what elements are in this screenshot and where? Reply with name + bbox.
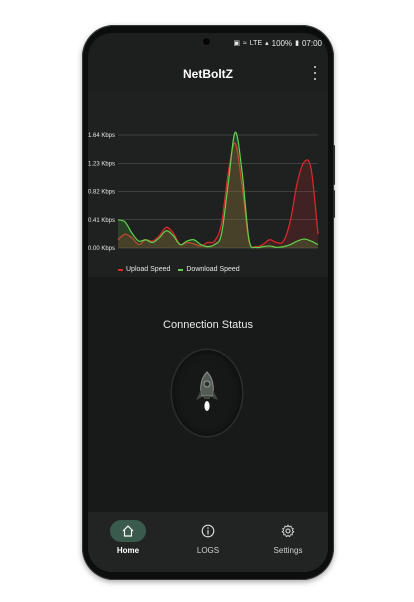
- chart-legend: Upload Speed Download Speed: [118, 266, 240, 273]
- battery-icon: ▮: [295, 40, 299, 47]
- phone-side-button: [333, 145, 335, 185]
- home-icon: [122, 525, 134, 537]
- nav-settings-indicator: [270, 520, 306, 542]
- gear-icon: [281, 524, 295, 538]
- legend-swatch-download: [178, 268, 184, 271]
- nav-label-logs: LOGS: [196, 546, 220, 555]
- nav-item-settings[interactable]: Settings: [253, 520, 323, 555]
- speed-chart-svg: 1.64 Kbps 1.23 Kbps 0.82 Kbps 0.41 Kbps 0.00…: [88, 131, 319, 252]
- bottom-navigation: Home LOGS Settings: [88, 512, 328, 572]
- nav-label-settings: Settings: [273, 546, 303, 555]
- network-type: LTE: [249, 39, 263, 47]
- wifi-icon: ≈: [242, 39, 247, 47]
- screenshot-icon: ▣: [233, 40, 240, 47]
- signal-icon: ▴: [265, 40, 269, 47]
- speed-chart: 1.64 Kbps 1.23 Kbps 0.82 Kbps 0.41 Kbps 0.00…: [88, 93, 328, 277]
- nav-label-home: Home: [116, 546, 140, 555]
- info-icon: [201, 524, 215, 538]
- legend-label-download: Download Speed: [186, 266, 240, 273]
- connection-status-label: Connection Status: [163, 319, 253, 331]
- y-tick-label: 1.64 Kbps: [88, 133, 115, 139]
- connect-button[interactable]: [172, 350, 242, 436]
- y-tick-label: 0.00 Kbps: [88, 246, 115, 252]
- nav-home-indicator: [110, 520, 146, 542]
- app-screen: ▣ ≈ LTE ▴ 100% ▮ 07:00 NetBoltZ 1.64 Kbp…: [88, 33, 328, 572]
- legend-swatch-upload: [118, 268, 123, 271]
- legend-label-upload: Upload Speed: [126, 266, 171, 273]
- front-camera: [203, 38, 210, 45]
- app-title: NetBoltZ: [183, 67, 233, 81]
- clock: 07:00: [301, 38, 322, 48]
- overflow-menu-icon[interactable]: [312, 66, 318, 80]
- rocket-icon: [196, 371, 218, 411]
- legend-item-download: Download Speed: [178, 266, 240, 273]
- legend-item-upload: Upload Speed: [118, 266, 170, 273]
- battery-percent: 100%: [271, 38, 293, 48]
- y-tick-label: 0.41 Kbps: [88, 218, 115, 224]
- nav-item-home[interactable]: Home: [93, 520, 163, 555]
- series-area-upload: [118, 143, 318, 248]
- y-tick-label: 1.23 Kbps: [88, 161, 115, 167]
- phone-side-button: [333, 190, 335, 218]
- y-tick-label: 0.82 Kbps: [88, 190, 115, 196]
- nav-item-logs[interactable]: LOGS: [173, 520, 243, 555]
- status-bar: ▣ ≈ LTE ▴ 100% ▮ 07:00: [233, 37, 322, 49]
- nav-logs-indicator: [190, 520, 226, 542]
